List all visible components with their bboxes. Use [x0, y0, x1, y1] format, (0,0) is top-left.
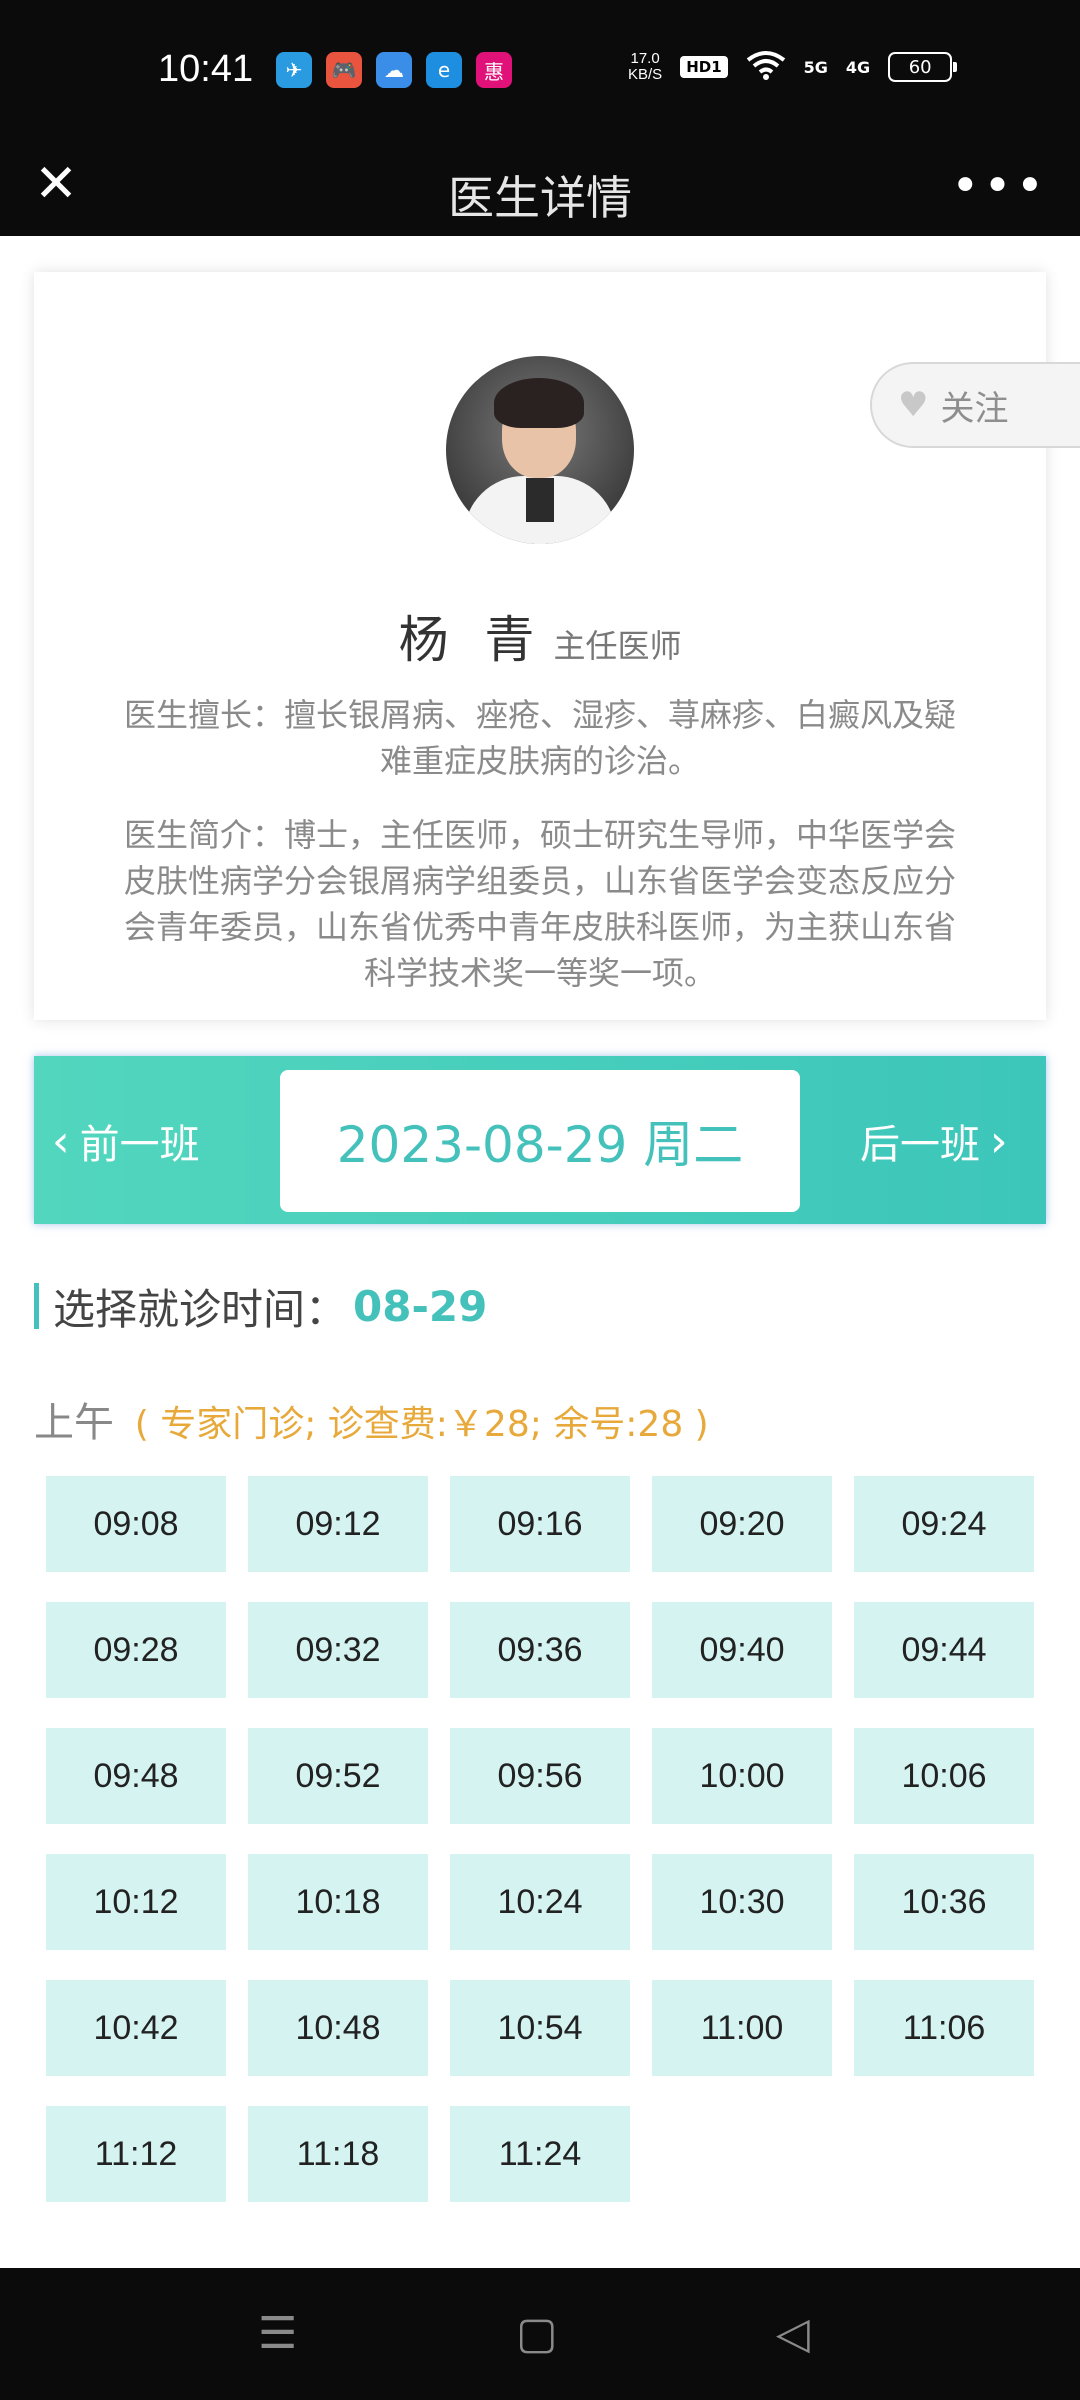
next-shift-button[interactable]: 后一班 › — [860, 1112, 1008, 1170]
visit-time-heading: 选择就诊时间： 08-29 — [34, 1278, 487, 1334]
time-slot-button[interactable]: 09:32 — [248, 1602, 428, 1698]
time-slot-button[interactable]: 09:36 — [450, 1602, 630, 1698]
back-icon[interactable]: ◁ — [776, 2308, 810, 2359]
chevron-right-icon: › — [990, 1115, 1008, 1167]
time-slot-button[interactable]: 11:06 — [854, 1980, 1034, 2076]
time-slot-button[interactable]: 10:48 — [248, 1980, 428, 2076]
time-slot-button[interactable]: 11:18 — [248, 2106, 428, 2202]
network-speed: 17.0 KB/S — [628, 50, 663, 83]
heart-icon: ♥ — [898, 385, 929, 425]
time-slot-button[interactable]: 09:48 — [46, 1728, 226, 1824]
time-slot-button[interactable]: 09:08 — [46, 1476, 226, 1572]
visit-date: 08-29 — [353, 1281, 488, 1331]
session-details: ( 专家门诊; 诊查费:￥28; 余号:28 ) — [134, 1404, 709, 1445]
page-title: 医生详情 — [448, 171, 632, 225]
time-slot-button[interactable]: 10:54 — [450, 1980, 630, 2076]
notification-icons: ✈ 🎮 ☁ e 惠 — [276, 52, 512, 88]
time-slot-button[interactable]: 10:06 — [854, 1728, 1034, 1824]
browser-icon: e — [426, 52, 462, 88]
doctor-name-row: 杨 青 主任医师 — [0, 600, 1080, 672]
current-date: 2023-08-29 周二 — [280, 1070, 800, 1212]
time-slot-button[interactable]: 09:40 — [652, 1602, 832, 1698]
time-slot-button[interactable]: 09:12 — [248, 1476, 428, 1572]
wifi-icon — [746, 50, 786, 84]
time-slot-button[interactable]: 10:24 — [450, 1854, 630, 1950]
doctor-title: 主任医师 — [553, 627, 682, 665]
follow-button[interactable]: ♥ 关注 — [870, 362, 1080, 448]
time-slot-button[interactable]: 10:18 — [248, 1854, 428, 1950]
time-slot-button[interactable]: 10:12 — [46, 1854, 226, 1950]
status-bar: 10:41 ✈ 🎮 ☁ e 惠 17.0 KB/S HD1 5G 4G 60 — [0, 0, 1080, 140]
shop-icon: 惠 — [476, 52, 512, 88]
signal-4g-icon: 4G — [845, 57, 871, 77]
app-header: ✕ 医生详情 ••• — [0, 140, 1080, 236]
time-slot-button[interactable]: 09:56 — [450, 1728, 630, 1824]
time-slot-button[interactable]: 09:24 — [854, 1476, 1034, 1572]
system-nav-bar: ☰ ▢ ◁ — [0, 2268, 1080, 2400]
time-slot-button[interactable]: 09:20 — [652, 1476, 832, 1572]
visit-time-label: 选择就诊时间： — [53, 1284, 348, 1334]
doctor-avatar — [446, 356, 634, 544]
time-slot-button[interactable]: 11:12 — [46, 2106, 226, 2202]
follow-label: 关注 — [940, 388, 1009, 429]
more-icon[interactable]: ••• — [951, 158, 1048, 214]
status-indicators: 17.0 KB/S HD1 5G 4G 60 — [628, 50, 958, 84]
game-icon: 🎮 — [326, 52, 362, 88]
hd-icon: HD1 — [680, 56, 728, 78]
time-slot-button[interactable]: 09:44 — [854, 1602, 1034, 1698]
time-slot-button[interactable]: 11:00 — [652, 1980, 832, 2076]
session-info-line: 上午 ( 专家门诊; 诊查费:￥28; 余号:28 ) — [34, 1390, 709, 1448]
time-slot-button[interactable]: 10:42 — [46, 1980, 226, 2076]
doctor-name: 杨 青 — [398, 611, 545, 669]
heading-accent-bar — [34, 1283, 39, 1329]
next-shift-label: 后一班 — [860, 1122, 980, 1168]
menu-icon[interactable]: ☰ — [258, 2308, 297, 2359]
status-time: 10:41 — [158, 48, 254, 90]
session-name: 上午 — [34, 1400, 114, 1446]
prev-shift-label: 前一班 — [79, 1122, 200, 1168]
time-slot-button[interactable]: 09:28 — [46, 1602, 226, 1698]
time-slot-grid: 09:08 09:12 09:16 09:20 09:24 09:28 09:32 09:36… — [46, 1476, 1036, 2202]
time-slot-button[interactable]: 10:30 — [652, 1854, 832, 1950]
chevron-left-icon: ‹ — [52, 1115, 70, 1167]
telegram-icon: ✈ — [276, 52, 312, 88]
prev-shift-button[interactable]: ‹ 前一班 — [52, 1112, 200, 1170]
home-icon[interactable]: ▢ — [516, 2308, 558, 2359]
doctor-intro: 医生简介：博士，主任医师，硕士研究生导师，中华医学会皮肤性病学分会银屑病学组委员… — [123, 816, 956, 992]
time-slot-button[interactable]: 09:52 — [248, 1728, 428, 1824]
battery-icon: 60 — [888, 52, 958, 82]
weather-icon: ☁ — [376, 52, 412, 88]
doctor-specialty: 医生擅长：擅长银屑病、痤疮、湿疹、荨麻疹、白癜风及疑难重症皮肤病的诊治。 — [123, 696, 956, 780]
time-slot-button[interactable]: 11:24 — [450, 2106, 630, 2202]
signal-5g-icon: 5G — [803, 57, 828, 77]
time-slot-button[interactable]: 10:36 — [854, 1854, 1034, 1950]
time-slot-button[interactable]: 09:16 — [450, 1476, 630, 1572]
time-slot-button[interactable]: 10:00 — [652, 1728, 832, 1824]
